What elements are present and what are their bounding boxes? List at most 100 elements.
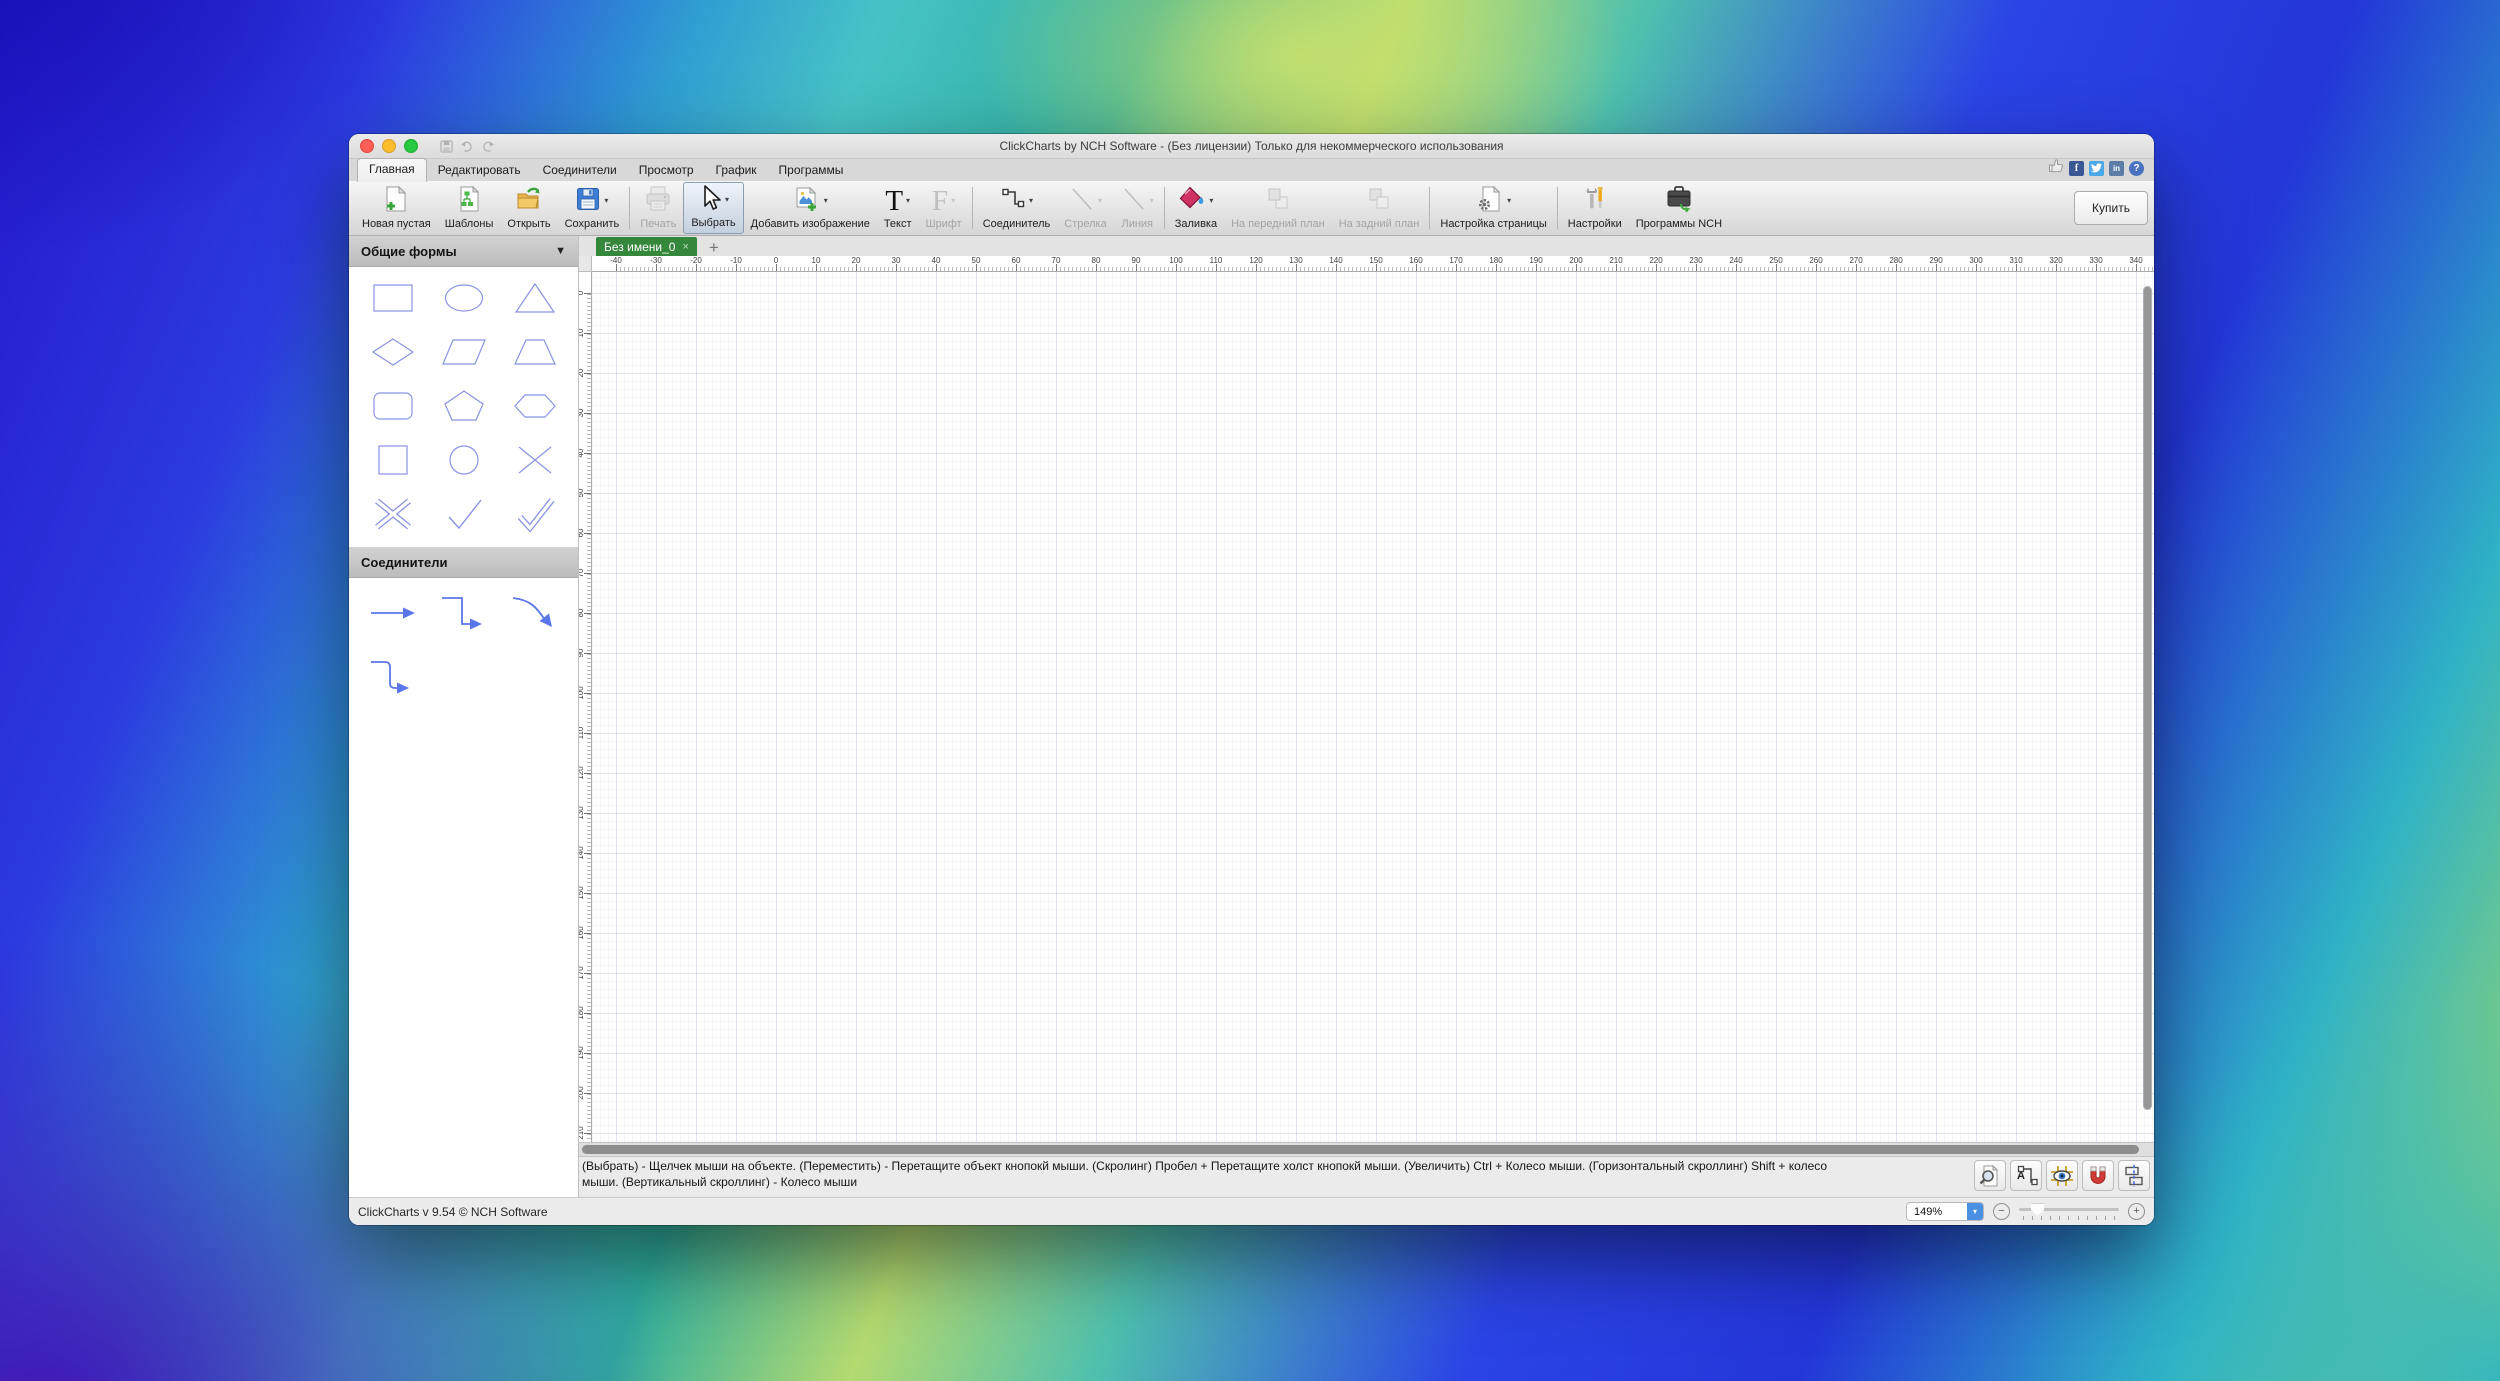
new-blank-button[interactable]: Новая пустая bbox=[355, 182, 438, 234]
font-dropdown-icon[interactable]: ▾ bbox=[951, 197, 955, 205]
nch-programs-button[interactable]: Программы NCH bbox=[1629, 182, 1729, 234]
line-button[interactable]: ▾ Линия bbox=[1114, 182, 1161, 234]
shape-trapezoid[interactable] bbox=[511, 333, 559, 371]
help-icon[interactable]: ? bbox=[2129, 161, 2144, 176]
collapse-icon[interactable]: ▼ bbox=[555, 245, 566, 257]
document-tab[interactable]: Без имени_0 × bbox=[596, 237, 697, 256]
fill-dropdown-icon[interactable]: ▾ bbox=[1209, 197, 1213, 205]
quick-save-icon[interactable] bbox=[440, 140, 453, 153]
tab-programmy[interactable]: Программы bbox=[768, 160, 855, 181]
bring-to-front-button[interactable]: На передний план bbox=[1224, 182, 1332, 234]
undo-icon[interactable] bbox=[460, 140, 474, 153]
zoom-dropdown-icon[interactable]: ▾ bbox=[1967, 1203, 1983, 1220]
fill-button[interactable]: ▾ Заливка bbox=[1168, 182, 1224, 234]
connector-palette bbox=[349, 578, 578, 712]
twitter-icon[interactable] bbox=[2089, 161, 2104, 176]
toolbar-separator bbox=[972, 187, 973, 229]
tab-glavnaya[interactable]: Главная bbox=[357, 158, 427, 182]
font-button[interactable]: F ▾ Шрифт bbox=[919, 182, 969, 234]
shape-ellipse[interactable] bbox=[440, 279, 488, 317]
page-setup-dropdown-icon[interactable]: ▾ bbox=[1507, 197, 1511, 205]
tab-redaktirovat[interactable]: Редактировать bbox=[427, 160, 532, 181]
add-image-button[interactable]: ▾ Добавить изображение bbox=[744, 182, 877, 234]
connectors-section-header[interactable]: Соединители bbox=[349, 547, 578, 578]
zoom-slider-thumb[interactable] bbox=[2031, 1204, 2044, 1216]
buy-button[interactable]: Купить bbox=[2074, 191, 2148, 225]
like-icon[interactable] bbox=[2048, 158, 2064, 178]
shape-pentagon[interactable] bbox=[440, 387, 488, 425]
send-to-back-button[interactable]: На задний план bbox=[1332, 182, 1427, 234]
save-dropdown-icon[interactable]: ▾ bbox=[604, 197, 608, 205]
tab-grafik[interactable]: График bbox=[705, 160, 768, 181]
shape-diamond[interactable] bbox=[369, 333, 417, 371]
snap-magnet-button[interactable] bbox=[2082, 1160, 2114, 1191]
tab-close-icon[interactable]: × bbox=[682, 241, 688, 253]
line-dropdown-icon[interactable]: ▾ bbox=[1150, 197, 1154, 205]
grid-visibility-button[interactable] bbox=[2046, 1160, 2078, 1191]
line-icon bbox=[1121, 186, 1147, 217]
arrow-dropdown-icon[interactable]: ▾ bbox=[1098, 197, 1102, 205]
open-folder-icon bbox=[515, 185, 543, 218]
cursor-arrow-icon bbox=[698, 184, 722, 217]
zoom-out-button[interactable]: − bbox=[1993, 1203, 2010, 1220]
horizontal-scrollbar[interactable] bbox=[579, 1142, 2154, 1156]
shape-rectangle[interactable] bbox=[369, 279, 417, 317]
print-button[interactable]: Печать bbox=[633, 182, 683, 234]
redo-icon[interactable] bbox=[481, 140, 495, 153]
text-dropdown-icon[interactable]: ▾ bbox=[906, 197, 910, 205]
zoom-to-page-button[interactable] bbox=[1974, 1160, 2006, 1191]
linkedin-icon[interactable]: in bbox=[2109, 161, 2124, 176]
connector-button[interactable]: ▾ Соединитель bbox=[976, 182, 1058, 234]
text-button[interactable]: T ▾ Текст bbox=[877, 182, 919, 234]
connector-straight-arrow[interactable] bbox=[367, 592, 419, 634]
zoom-slider[interactable] bbox=[2019, 1204, 2119, 1220]
open-button[interactable]: Открыть bbox=[500, 182, 557, 234]
new-tab-button[interactable]: + bbox=[709, 239, 719, 256]
zoom-level-select[interactable]: 149% ▾ bbox=[1906, 1202, 1984, 1221]
page-setup-button[interactable]: ▾ Настройка страницы bbox=[1433, 182, 1553, 234]
shape-circle[interactable] bbox=[440, 441, 488, 479]
select-dropdown-icon[interactable]: ▾ bbox=[725, 196, 729, 204]
templates-button[interactable]: Шаблоны bbox=[438, 182, 501, 234]
shape-check-outline[interactable] bbox=[511, 495, 559, 533]
font-tool-icon: F bbox=[932, 187, 948, 215]
bring-front-icon bbox=[1264, 185, 1292, 218]
shape-triangle[interactable] bbox=[511, 279, 559, 317]
tab-prosmotr[interactable]: Просмотр bbox=[628, 160, 705, 181]
close-window-button[interactable] bbox=[360, 139, 374, 153]
shape-cross-lines[interactable] bbox=[511, 441, 559, 479]
horizontal-scrollbar-thumb[interactable] bbox=[582, 1145, 2139, 1154]
printer-icon bbox=[644, 185, 672, 218]
document-tab-label: Без имени_0 bbox=[604, 240, 675, 254]
add-image-dropdown-icon[interactable]: ▾ bbox=[824, 197, 828, 205]
nch-suite-icon bbox=[1665, 185, 1693, 218]
align-objects-button[interactable] bbox=[2118, 1160, 2150, 1191]
connector-text-button[interactable]: A bbox=[2010, 1160, 2042, 1191]
minimize-window-button[interactable] bbox=[382, 139, 396, 153]
arrow-button[interactable]: ▾ Стрелка bbox=[1057, 182, 1113, 234]
shape-square[interactable] bbox=[369, 441, 417, 479]
connector-curve-arrow[interactable] bbox=[509, 592, 561, 634]
drawing-canvas[interactable] bbox=[592, 272, 2154, 1142]
facebook-icon[interactable]: f bbox=[2069, 161, 2084, 176]
vertical-scrollbar[interactable] bbox=[2143, 286, 2152, 1110]
save-button[interactable]: ▾ Сохранить bbox=[558, 182, 627, 234]
shapes-section-header[interactable]: Общие формы ▼ bbox=[349, 236, 578, 267]
zoom-in-button[interactable]: + bbox=[2128, 1203, 2145, 1220]
zoom-window-button[interactable] bbox=[404, 139, 418, 153]
connector-rounded-elbow-arrow[interactable] bbox=[367, 656, 419, 698]
window-title: ClickCharts by NCH Software - (Без лицен… bbox=[349, 139, 2154, 153]
shape-rounded-rectangle[interactable] bbox=[369, 387, 417, 425]
shape-check-thin[interactable] bbox=[440, 495, 488, 533]
status-hint-text: (Выбрать) - Щелчек мыши на объекте. (Пер… bbox=[582, 1159, 1827, 1191]
tab-soediniteli[interactable]: Соединители bbox=[532, 160, 628, 181]
shape-cross-outline[interactable] bbox=[369, 495, 417, 533]
settings-button[interactable]: Настройки bbox=[1561, 182, 1629, 234]
shape-hexagon[interactable] bbox=[511, 387, 559, 425]
toolbar-separator bbox=[1429, 187, 1430, 229]
select-button[interactable]: ▾ Выбрать bbox=[683, 182, 743, 234]
shape-parallelogram[interactable] bbox=[440, 333, 488, 371]
shape-palette bbox=[349, 267, 578, 547]
connector-elbow-arrow[interactable] bbox=[438, 592, 490, 634]
connector-dropdown-icon[interactable]: ▾ bbox=[1029, 197, 1033, 205]
